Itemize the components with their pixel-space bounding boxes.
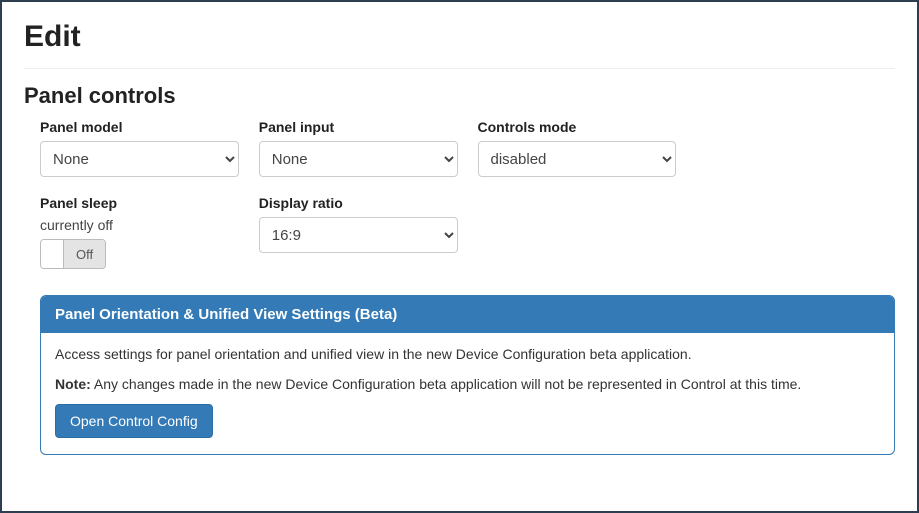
beta-description: Access settings for panel orientation an… <box>55 345 880 365</box>
field-panel-sleep: Panel sleep currently off Off <box>40 195 239 273</box>
toggle-panel-sleep[interactable]: Off <box>40 239 106 269</box>
beta-note-label: Note: <box>55 376 91 392</box>
beta-note-text: Any changes made in the new Device Confi… <box>91 376 802 392</box>
section-title: Panel controls <box>24 83 895 109</box>
divider <box>24 68 895 69</box>
beta-settings-card: Panel Orientation & Unified View Setting… <box>40 295 895 455</box>
edit-panel-window: Edit Panel controls Panel model None Pan… <box>0 0 919 513</box>
select-panel-input[interactable]: None <box>259 141 458 177</box>
label-panel-sleep: Panel sleep <box>40 195 239 211</box>
field-spacer-2 <box>478 195 677 273</box>
select-panel-model[interactable]: None <box>40 141 239 177</box>
toggle-empty-segment <box>41 240 63 268</box>
field-spacer-3 <box>696 195 895 273</box>
label-controls-mode: Controls mode <box>478 119 677 135</box>
field-spacer-1 <box>696 119 895 177</box>
select-display-ratio[interactable]: 16:9 <box>259 217 458 253</box>
field-panel-model: Panel model None <box>40 119 239 177</box>
label-panel-input: Panel input <box>259 119 458 135</box>
label-panel-model: Panel model <box>40 119 239 135</box>
label-display-ratio: Display ratio <box>259 195 458 211</box>
field-panel-input: Panel input None <box>259 119 458 177</box>
field-controls-mode: Controls mode disabled <box>478 119 677 177</box>
beta-card-header: Panel Orientation & Unified View Setting… <box>41 296 894 333</box>
status-panel-sleep: currently off <box>40 217 239 233</box>
select-controls-mode[interactable]: disabled <box>478 141 677 177</box>
beta-card-body: Access settings for panel orientation an… <box>41 333 894 454</box>
toggle-off-segment: Off <box>63 240 105 268</box>
open-control-config-button[interactable]: Open Control Config <box>55 404 213 438</box>
controls-grid: Panel model None Panel input None Contro… <box>24 119 895 273</box>
field-display-ratio: Display ratio 16:9 <box>259 195 458 273</box>
beta-note: Note: Any changes made in the new Device… <box>55 375 880 395</box>
page-title: Edit <box>24 20 895 54</box>
